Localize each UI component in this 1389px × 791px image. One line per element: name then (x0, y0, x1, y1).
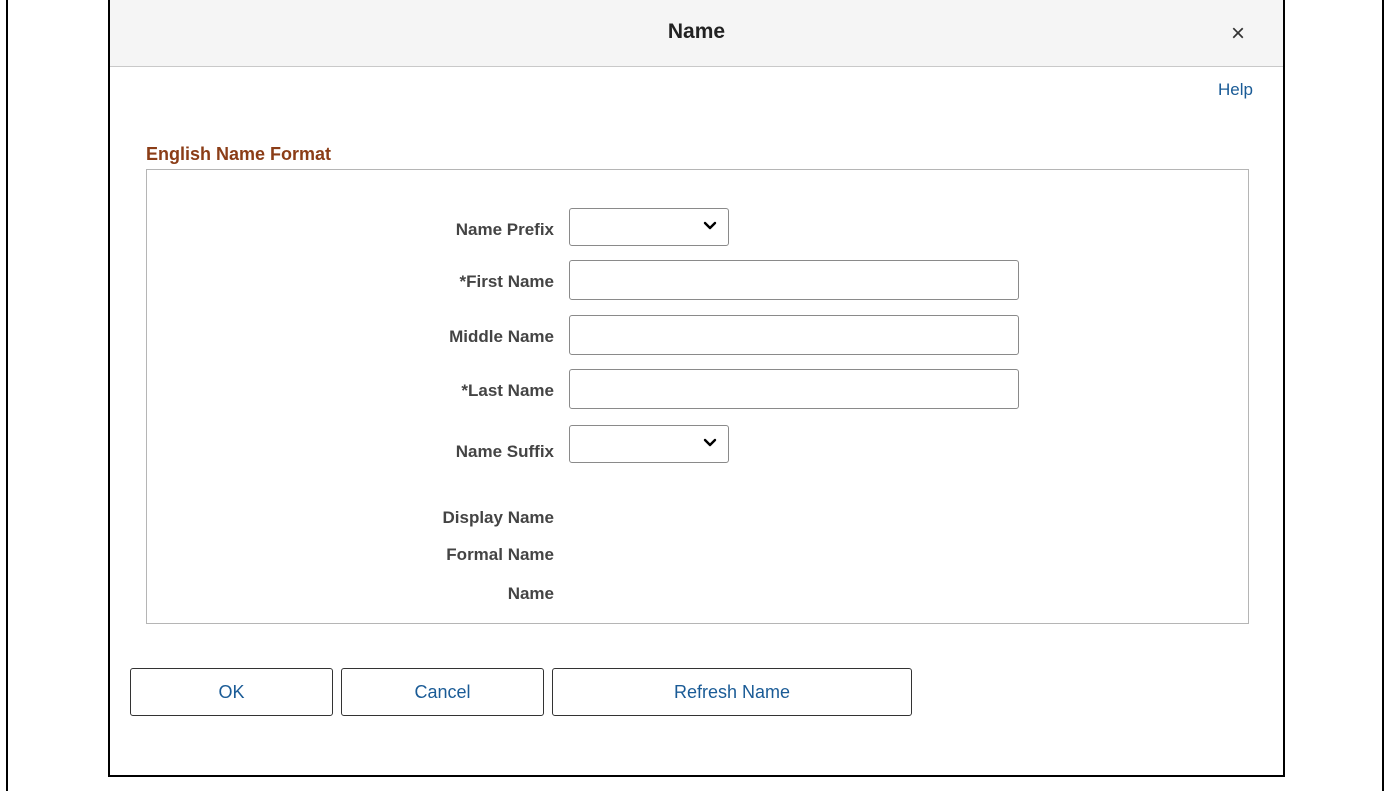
name-label: Name (507, 584, 554, 603)
close-icon: × (1230, 20, 1245, 47)
help-link[interactable]: Help (1218, 80, 1253, 100)
middle-name-field[interactable] (569, 315, 1019, 355)
chevron-down-icon (703, 221, 717, 230)
name-prefix-select[interactable] (569, 208, 729, 246)
last-name-field[interactable] (569, 369, 1019, 409)
display-name-label: Display Name (442, 508, 555, 527)
chevron-down-icon (703, 438, 717, 447)
name-dialog: Name × Help English Name Format Name Pre… (108, 0, 1285, 777)
name-suffix-label: Name Suffix (455, 442, 554, 461)
refresh-name-button[interactable]: Refresh Name (552, 668, 912, 716)
first-name-field[interactable] (569, 260, 1019, 300)
last-name-label: *Last Name (461, 381, 554, 400)
cancel-button[interactable]: Cancel (341, 668, 544, 716)
name-format-group: Name Prefix *First Name Middle Name *Las… (146, 169, 1249, 624)
name-suffix-select[interactable] (569, 425, 729, 463)
dialog-titlebar: Name × (110, 0, 1283, 67)
section-title: English Name Format (146, 144, 332, 164)
background-edge-right (1382, 0, 1384, 791)
background-edge-left (6, 0, 8, 791)
first-name-label: *First Name (459, 272, 554, 291)
ok-button[interactable]: OK (130, 668, 333, 716)
close-button[interactable]: × (1222, 18, 1254, 50)
name-prefix-label: Name Prefix (455, 220, 554, 239)
middle-name-label: Middle Name (449, 327, 554, 346)
formal-name-label: Formal Name (446, 545, 554, 564)
dialog-title: Name (667, 20, 726, 43)
